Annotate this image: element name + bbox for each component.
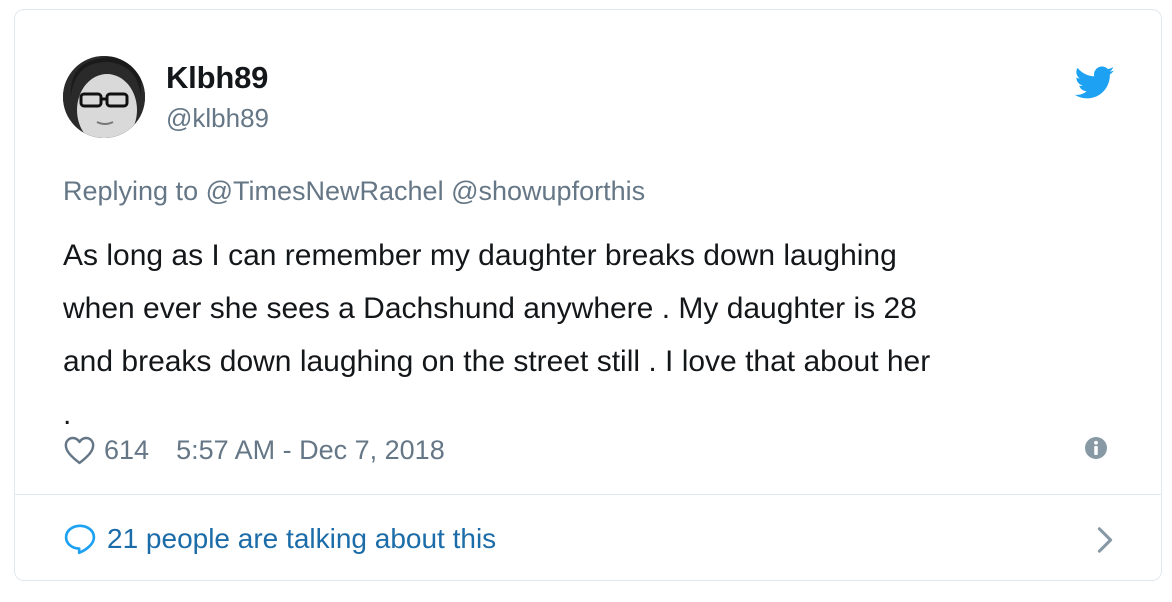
like-count[interactable]: 614 [104,435,149,466]
user-handle[interactable]: @klbh89 [166,103,269,134]
tweet-meta: 614 5:57 AM - Dec 7, 2018 [63,430,445,470]
replying-to-label: Replying to [63,176,199,206]
mention-link-showupforthis[interactable]: @showupforthis [451,176,645,206]
heart-icon[interactable] [63,435,96,465]
mention-link-timesnewrachel[interactable]: @TimesNewRachel [206,176,444,206]
chevron-right-icon [1097,527,1113,553]
conversation-link[interactable]: 21 people are talking about this [63,518,1115,560]
replying-to: Replying to @TimesNewRachel @showupforth… [63,176,645,207]
tweet-timestamp[interactable]: 5:57 AM - Dec 7, 2018 [176,435,445,466]
avatar[interactable] [63,56,145,138]
speech-bubble-icon [64,524,96,555]
info-icon[interactable] [1084,436,1108,460]
tweet-text: As long as I can remember my daughter br… [63,239,931,431]
display-name[interactable]: Klbh89 [166,60,268,96]
divider [15,494,1161,495]
conversation-count-label: 21 people are talking about this [107,523,497,554]
twitter-bird-icon[interactable] [1075,66,1115,100]
tweet-card: Klbh89 @klbh89 Replying to @TimesNewRach… [14,9,1162,581]
